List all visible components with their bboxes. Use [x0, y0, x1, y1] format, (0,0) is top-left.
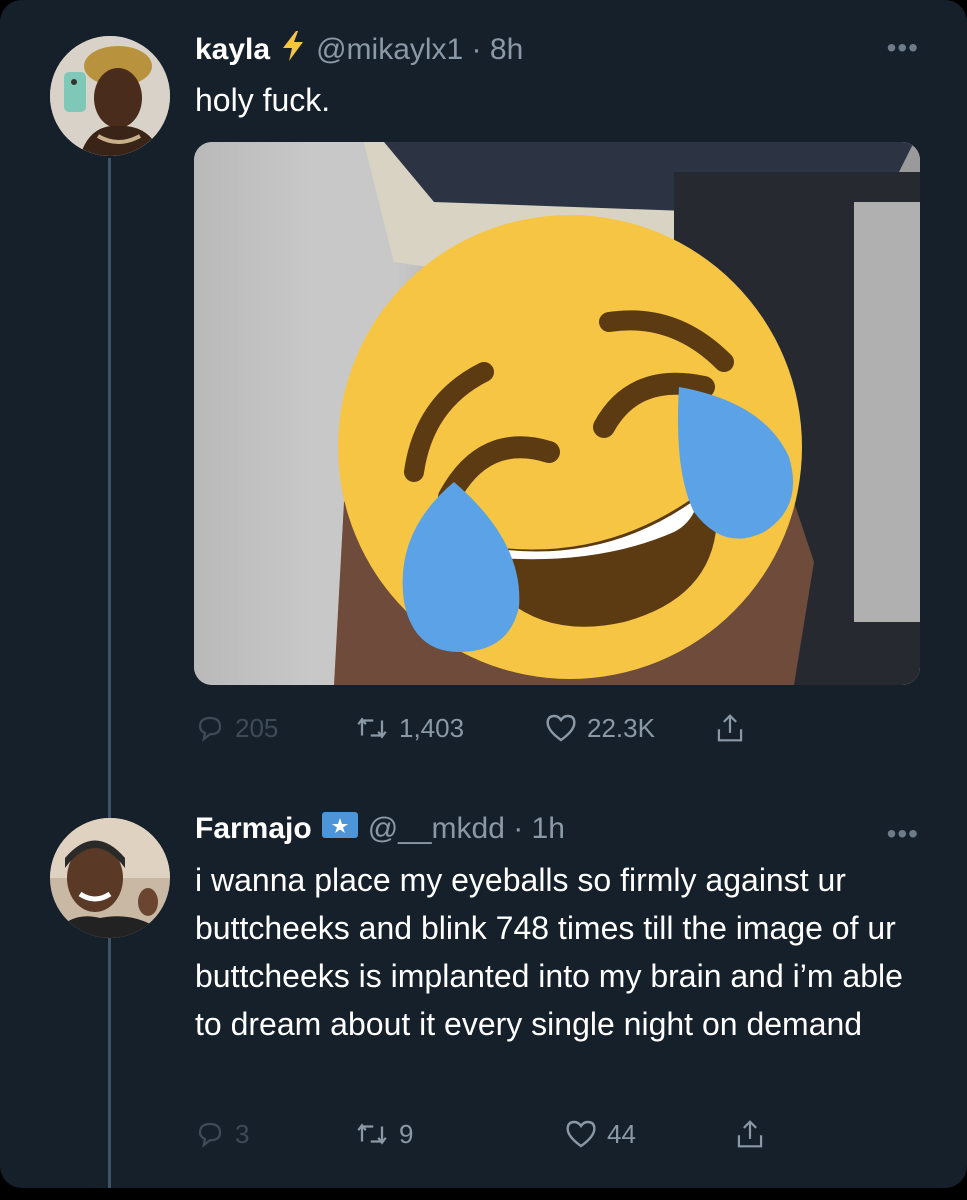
tweet-text: i wanna place my eyeballs so firmly agai…	[195, 862, 903, 1042]
share-action[interactable]	[735, 1118, 765, 1150]
tweet-header: kayla @mikaylx1 · 8h	[195, 30, 523, 70]
somalia-flag-icon	[321, 812, 358, 846]
reply-count: 205	[235, 712, 279, 743]
tweet-2[interactable]: Farmajo @__mkdd · 1h ••• i wanna place m…	[0, 790, 967, 1188]
retweet-icon	[357, 717, 387, 739]
like-action[interactable]: 44	[565, 1119, 735, 1150]
reply-action[interactable]: 3	[195, 1119, 355, 1150]
display-name[interactable]: kayla	[195, 33, 270, 67]
share-icon	[737, 1120, 763, 1148]
retweet-count: 1,403	[399, 712, 465, 743]
retweet-icon	[357, 1123, 387, 1145]
reply-count: 3	[235, 1118, 250, 1149]
avatar[interactable]	[50, 36, 170, 156]
retweet-action[interactable]: 1,403	[355, 713, 545, 744]
tweet-text: holy fuck.	[195, 82, 331, 118]
retweet-action[interactable]: 9	[355, 1119, 565, 1150]
reply-action[interactable]: 205	[195, 713, 355, 744]
like-count: 44	[607, 1118, 636, 1149]
display-name[interactable]: Farmajo	[195, 812, 312, 846]
thread-frame: kayla @mikaylx1 · 8h ••• holy fuck. 205 …	[0, 0, 967, 1188]
tweet-actions: 3 9 44	[195, 1118, 765, 1150]
heart-icon	[566, 1120, 596, 1148]
tweet-actions: 205 1,403 22.3K	[195, 712, 745, 744]
retweet-count: 9	[399, 1118, 414, 1149]
share-action[interactable]	[715, 712, 745, 744]
avatar[interactable]	[50, 818, 170, 938]
handle-and-time[interactable]: @__mkdd · 1h	[368, 812, 565, 846]
tweet-1[interactable]: kayla @mikaylx1 · 8h ••• holy fuck. 205 …	[0, 0, 967, 790]
more-options-icon[interactable]: •••	[887, 820, 919, 848]
tweet-media-image[interactable]	[194, 142, 920, 685]
like-action[interactable]: 22.3K	[545, 713, 715, 744]
more-options-icon[interactable]: •••	[887, 34, 919, 62]
reply-icon	[198, 1122, 222, 1149]
handle-and-time[interactable]: @mikaylx1 · 8h	[316, 33, 523, 67]
lightning-bolt-icon	[280, 30, 306, 70]
tweet-header: Farmajo @__mkdd · 1h	[195, 812, 565, 846]
share-icon	[717, 714, 743, 742]
reply-icon	[198, 716, 222, 743]
heart-icon	[546, 714, 576, 742]
like-count: 22.3K	[587, 712, 655, 743]
face-with-tears-of-joy-emoji	[338, 215, 802, 679]
